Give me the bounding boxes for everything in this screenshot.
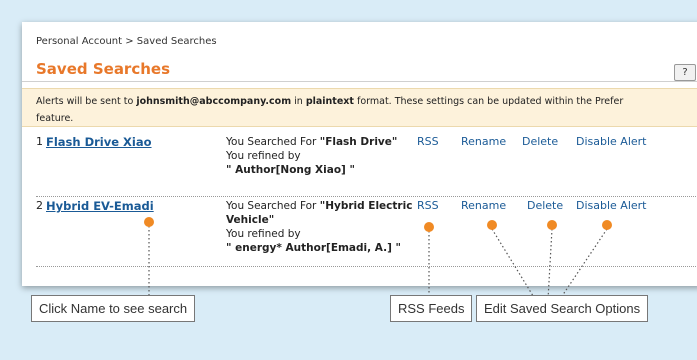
- callout-options: Edit Saved Search Options: [476, 295, 649, 322]
- rename-marker-dot: [487, 220, 497, 230]
- delete-marker-dot: [547, 220, 557, 230]
- callout-name: Click Name to see search: [31, 295, 196, 322]
- rss-marker-dot: [424, 222, 434, 232]
- disable-marker-dot: [602, 220, 612, 230]
- callout-rss: RSS Feeds: [390, 295, 473, 322]
- name-marker-dot: [144, 217, 154, 227]
